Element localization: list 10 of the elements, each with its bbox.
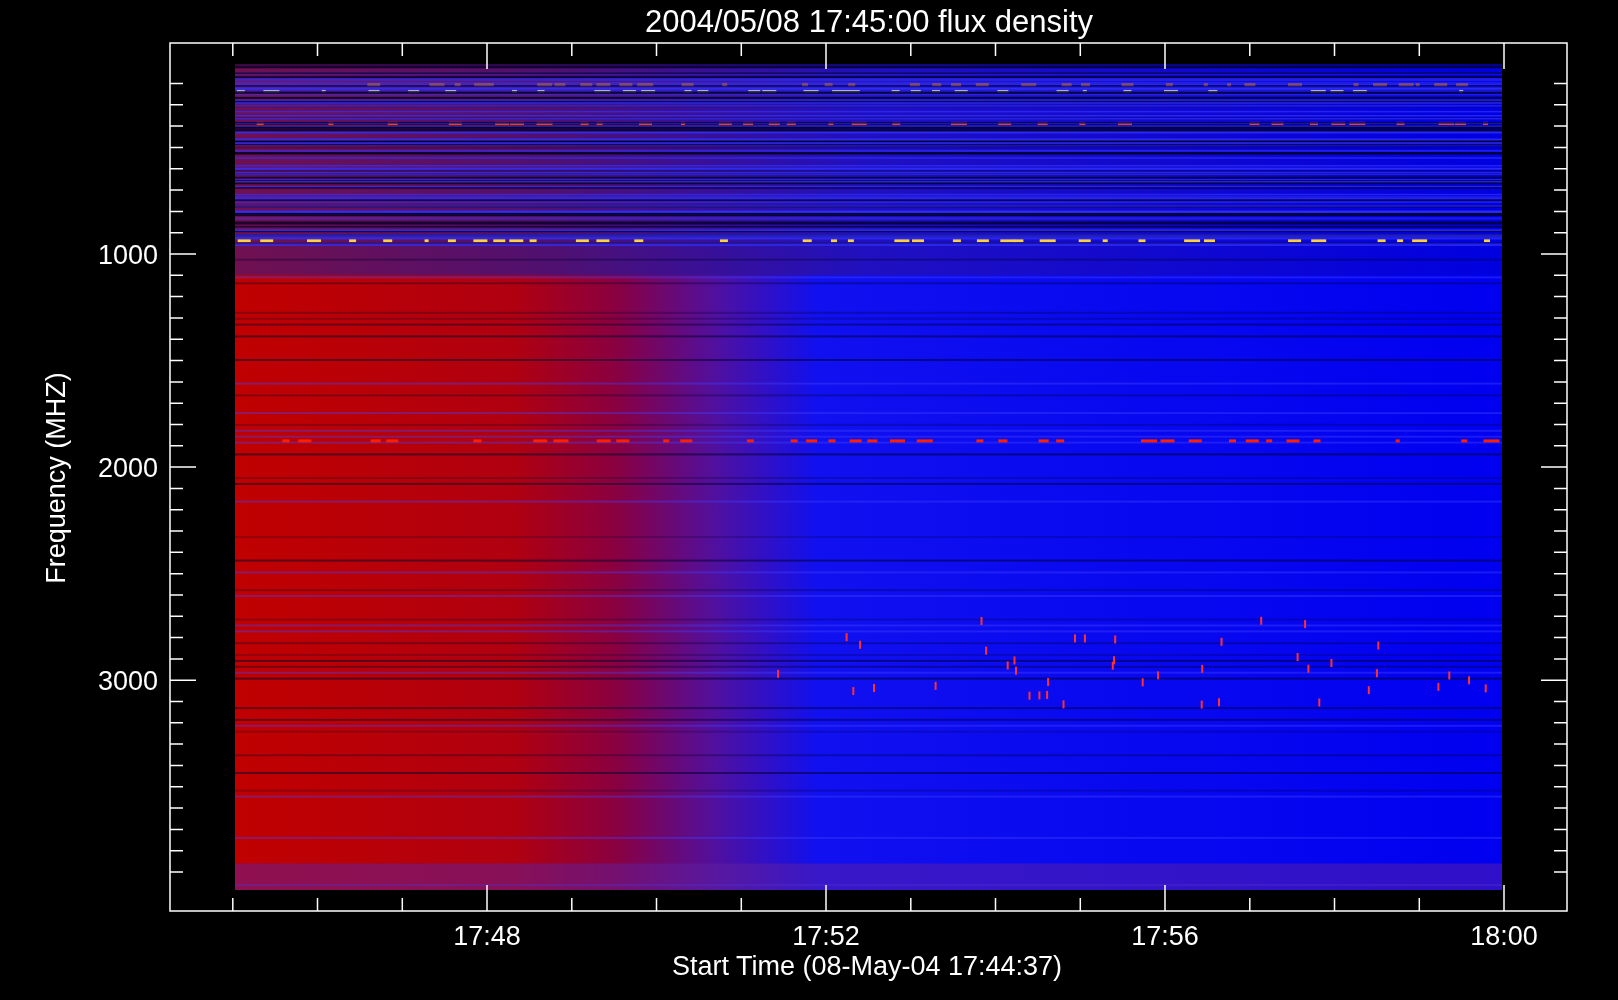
x-axis-label: Start Time (08-May-04 17:44:37) — [671, 951, 1063, 981]
y-tick-label: 2000 — [97, 453, 158, 484]
x-tick-label: 17:52 — [792, 921, 860, 951]
x-tick-label: 17:56 — [1131, 921, 1199, 951]
y-axis-label: Frequency (MHZ) — [41, 372, 71, 584]
x-tick-label: 18:00 — [1470, 921, 1538, 951]
x-tick-label: 17:48 — [453, 921, 521, 951]
chart-title: 2004/05/08 17:45:00 flux density — [644, 4, 1094, 39]
y-tick-label: 3000 — [97, 666, 158, 697]
y-tick-label: 1000 — [97, 240, 158, 270]
